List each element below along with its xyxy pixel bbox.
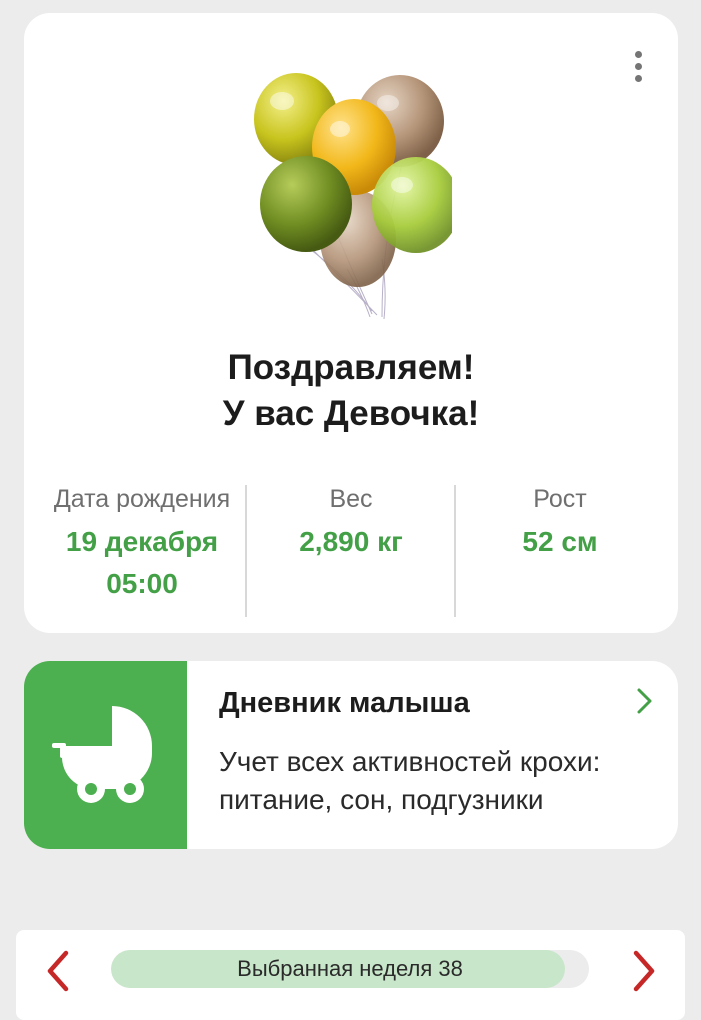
birth-date-value: 19 декабря bbox=[65, 526, 219, 557]
chevron-left-icon[interactable] bbox=[42, 948, 74, 994]
stat-height: Рост 52 см bbox=[456, 481, 664, 617]
selected-week-label: Выбранная неделя 38 bbox=[237, 956, 463, 981]
weight-label: Вес bbox=[329, 485, 373, 513]
diary-title: Дневник малыша bbox=[219, 687, 470, 719]
stat-birth-date: Дата рождения 19 декабря 05:00 bbox=[38, 481, 246, 617]
birth-time-value: 05:00 bbox=[106, 568, 178, 599]
more-vertical-icon[interactable] bbox=[626, 51, 650, 95]
stat-divider bbox=[245, 485, 247, 617]
birth-stats: Дата рождения 19 декабря 05:00 Вес 2,890… bbox=[24, 481, 678, 617]
week-selector: Выбранная неделя 38 bbox=[16, 930, 685, 1020]
congrats-subtitle: У вас Девочка! bbox=[222, 394, 480, 433]
balloons-illustration bbox=[254, 73, 452, 320]
chevron-right-icon[interactable] bbox=[634, 686, 656, 716]
diary-description: Учет всех активностей крохи: питание, со… bbox=[219, 746, 601, 815]
height-label: Рост bbox=[533, 485, 587, 513]
height-value: 52 см bbox=[522, 526, 598, 557]
birth-date-label: Дата рождения bbox=[53, 485, 231, 513]
baby-stroller-icon bbox=[52, 706, 152, 803]
weight-value: 2,890 кг bbox=[299, 526, 403, 557]
diary-icon-box bbox=[24, 661, 187, 849]
week-progress-bar[interactable]: Выбранная неделя 38 bbox=[111, 950, 589, 988]
congrats-title: Поздравляем! bbox=[227, 348, 475, 387]
baby-diary-card[interactable]: Дневник малыша Учет всех активностей кро… bbox=[24, 661, 678, 849]
stat-weight: Вес 2,890 кг bbox=[248, 481, 454, 617]
chevron-right-icon[interactable] bbox=[628, 948, 660, 994]
congrats-card: Поздравляем! У вас Девочка! Дата рождени… bbox=[24, 13, 678, 633]
